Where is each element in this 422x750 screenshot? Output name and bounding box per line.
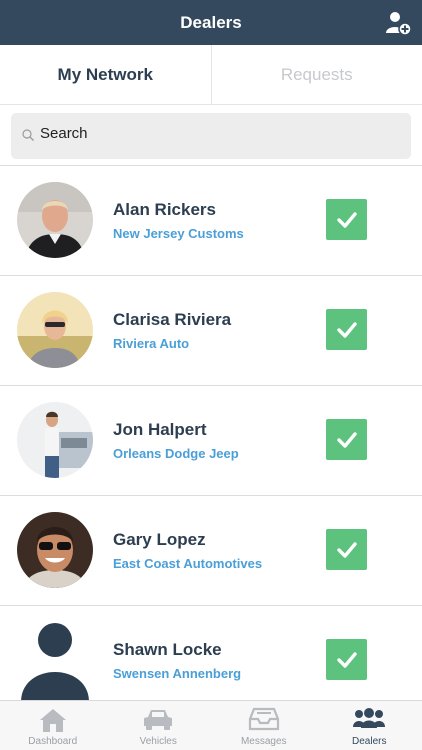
- dealer-name: Alan Rickers: [113, 200, 216, 219]
- page-title: Dealers: [180, 13, 242, 32]
- top-bar: Dealers: [0, 0, 422, 45]
- network-tabs: My Network Requests: [0, 45, 422, 105]
- avatar-placeholder-icon: [17, 622, 93, 700]
- nav-messages-label: Messages: [240, 736, 287, 747]
- inbox-icon: [248, 707, 279, 731]
- add-dealer-button[interactable]: [384, 9, 412, 37]
- avatar: [17, 292, 93, 368]
- nav-dealers-label: Dealers: [352, 736, 387, 747]
- search-icon: [22, 129, 34, 141]
- car-icon: [144, 710, 173, 730]
- home-icon: [39, 709, 66, 732]
- list-item[interactable]: Jon Halpert Orleans Dodge Jeep: [0, 386, 422, 496]
- add-user-icon: [386, 12, 412, 36]
- checkmark-icon: [336, 211, 357, 228]
- tab-my-network[interactable]: My Network: [0, 45, 212, 104]
- dealer-name: Jon Halpert: [113, 420, 207, 439]
- checkmark-icon: [336, 651, 357, 668]
- list-item[interactable]: Clarisa Riviera Riviera Auto: [0, 276, 422, 386]
- tab-requests[interactable]: Requests: [212, 45, 422, 104]
- checkbox-checked[interactable]: [326, 199, 367, 240]
- checkmark-icon: [336, 431, 357, 448]
- checkbox-checked[interactable]: [326, 639, 367, 680]
- people-icon: [353, 708, 386, 728]
- list-item[interactable]: Shawn Locke Swensen Annenberg: [0, 606, 422, 700]
- dealer-name: Clarisa Riviera: [113, 310, 232, 329]
- nav-dealers[interactable]: Dealers: [317, 701, 422, 750]
- nav-vehicles-label: Vehicles: [139, 736, 177, 747]
- dealer-company[interactable]: Riviera Auto: [113, 336, 189, 351]
- checkmark-icon: [336, 321, 357, 338]
- avatar: [17, 182, 93, 258]
- search-input[interactable]: Search: [11, 113, 411, 159]
- checkbox-checked[interactable]: [326, 309, 367, 350]
- nav-dashboard-label: Dashboard: [28, 736, 78, 747]
- nav-messages[interactable]: Messages: [211, 701, 317, 750]
- search-placeholder: Search: [40, 125, 88, 142]
- avatar: [17, 512, 93, 588]
- dealer-list: Alan Rickers New Jersey Customs Clarisa …: [0, 166, 422, 700]
- list-item[interactable]: Gary Lopez East Coast Automotives: [0, 496, 422, 606]
- checkbox-checked[interactable]: [326, 419, 367, 460]
- nav-dashboard[interactable]: Dashboard: [0, 701, 106, 750]
- nav-vehicles[interactable]: Vehicles: [106, 701, 212, 750]
- dealer-company[interactable]: New Jersey Customs: [113, 226, 244, 241]
- avatar: [17, 402, 93, 478]
- dealer-company[interactable]: Orleans Dodge Jeep: [113, 446, 239, 461]
- dealer-company[interactable]: Swensen Annenberg: [113, 666, 241, 681]
- dealer-name: Gary Lopez: [113, 530, 206, 549]
- checkmark-icon: [336, 541, 357, 558]
- checkbox-checked[interactable]: [326, 529, 367, 570]
- search-section: Search: [0, 106, 422, 166]
- list-item[interactable]: Alan Rickers New Jersey Customs: [0, 166, 422, 276]
- dealer-company[interactable]: East Coast Automotives: [113, 556, 262, 571]
- bottom-tab-bar: Dashboard Vehicles Messages Dealers: [0, 700, 422, 750]
- dealer-name: Shawn Locke: [113, 640, 222, 659]
